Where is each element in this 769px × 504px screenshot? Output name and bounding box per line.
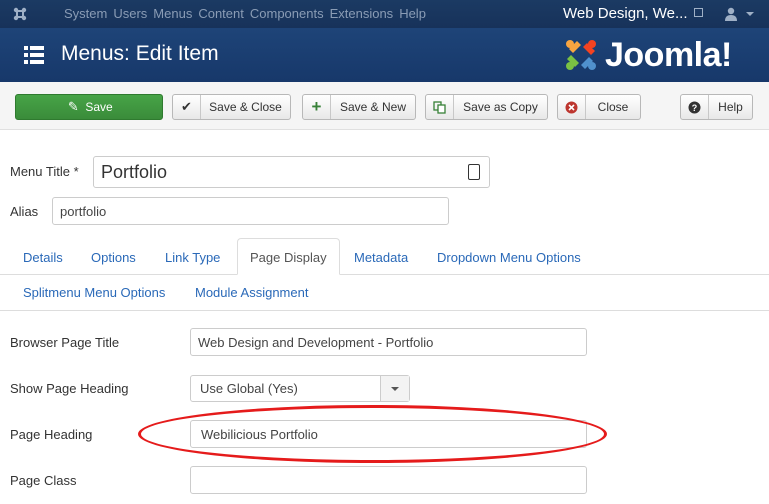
top-menu-users[interactable]: Users <box>110 0 150 28</box>
joomla-logo-icon[interactable] <box>0 0 40 28</box>
browser-page-title-label: Browser Page Title <box>10 335 120 350</box>
tab-page-display[interactable]: Page Display <box>237 238 340 275</box>
page-class-field[interactable] <box>190 466 587 494</box>
alias-label: Alias <box>10 204 39 219</box>
joomla-wordmark: Joomla! <box>605 35 732 74</box>
tab-options[interactable]: Options <box>91 250 136 265</box>
tab-row-divider <box>0 310 769 311</box>
alias-field[interactable]: portfolio <box>52 197 449 225</box>
show-page-heading-label: Show Page Heading <box>10 381 129 396</box>
top-menu-content[interactable]: Content <box>195 0 247 28</box>
tab-module-assignment[interactable]: Module Assignment <box>195 285 308 300</box>
user-menu-caret-icon[interactable] <box>746 12 754 16</box>
save-new-label: Save & New <box>339 100 407 114</box>
browser-page-title-field[interactable]: Web Design and Development - Portfolio <box>190 328 587 356</box>
checkmark-icon: ✔ <box>173 95 201 119</box>
external-link-icon <box>693 8 703 17</box>
svg-text:?: ? <box>692 103 698 113</box>
top-menu-menus[interactable]: Menus <box>150 0 195 28</box>
edit-icon: ✎ <box>67 99 79 114</box>
save-close-label: Save & Close <box>209 100 282 114</box>
top-menu-extensions[interactable]: Extensions <box>327 0 397 28</box>
save-copy-label: Save as Copy <box>463 100 538 114</box>
copy-icon <box>426 95 454 119</box>
page-title: Menus: Edit Item <box>61 42 219 65</box>
help-icon: ? <box>681 95 709 119</box>
tab-dropdown-menu-options[interactable]: Dropdown Menu Options <box>437 250 581 265</box>
menu-title-value: Portfolio <box>101 161 168 182</box>
browser-page-title-value: Web Design and Development - Portfolio <box>198 334 434 350</box>
top-menu: System Users Menus Content Components Ex… <box>40 0 429 28</box>
menu-title-field[interactable]: Portfolio <box>93 156 490 188</box>
tab-details[interactable]: Details <box>23 250 63 265</box>
list-icon <box>24 45 44 65</box>
chevron-down-icon[interactable] <box>380 376 409 401</box>
alias-value: portfolio <box>60 203 107 219</box>
tab-splitmenu-menu-options[interactable]: Splitmenu Menu Options <box>23 285 165 300</box>
help-label: Help <box>718 100 743 114</box>
site-link[interactable]: Web Design, We... <box>563 0 703 28</box>
red-highlight-ellipse <box>138 405 607 463</box>
close-button[interactable]: Close <box>557 94 641 120</box>
joomla-brand-icon <box>566 40 596 70</box>
tab-link-type[interactable]: Link Type <box>165 250 220 265</box>
user-icon[interactable] <box>723 6 739 22</box>
save-new-button[interactable]: + Save & New <box>302 94 416 120</box>
page-header: Menus: Edit Item Joomla! <box>0 28 769 82</box>
tab-divider <box>0 274 769 275</box>
top-menu-system[interactable]: System <box>61 0 110 28</box>
save-label: Save <box>85 100 113 114</box>
help-button[interactable]: ? Help <box>680 94 753 120</box>
site-name: Web Design, We... <box>563 5 688 22</box>
save-close-button[interactable]: ✔ Save & Close <box>172 94 291 120</box>
page-heading-label: Page Heading <box>10 427 93 442</box>
save-button[interactable]: ✎ Save <box>15 94 163 120</box>
close-label: Close <box>597 100 629 114</box>
joomla-brand: Joomla! <box>561 34 732 76</box>
top-menu-components[interactable]: Components <box>247 0 327 28</box>
toolbar: ✎ Save ✔ Save & Close + Save & New Save … <box>0 82 769 130</box>
show-page-heading-value: Use Global (Yes) <box>200 381 298 396</box>
menu-title-label: Menu Title * <box>10 164 79 179</box>
page-class-label: Page Class <box>10 473 77 488</box>
show-page-heading-select[interactable]: Use Global (Yes) <box>190 375 410 402</box>
admin-top-nav: System Users Menus Content Components Ex… <box>0 0 769 28</box>
save-copy-button[interactable]: Save as Copy <box>425 94 548 120</box>
cancel-icon <box>558 95 586 119</box>
tab-metadata[interactable]: Metadata <box>354 250 408 265</box>
plus-icon: + <box>303 95 331 119</box>
contact-card-icon[interactable] <box>468 164 480 180</box>
top-menu-help[interactable]: Help <box>396 0 429 28</box>
